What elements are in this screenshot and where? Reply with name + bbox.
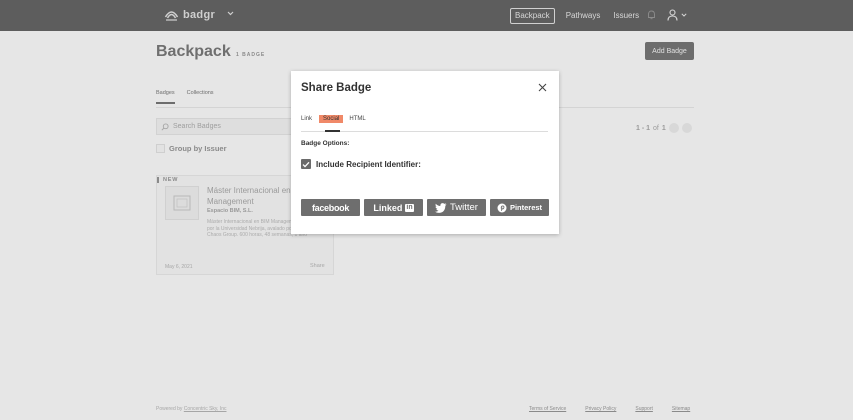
footer-link-support[interactable]: Support — [635, 406, 653, 412]
social-share-buttons: facebook Linked in Twitter Pinterest — [301, 199, 549, 216]
tab-social[interactable]: Social — [319, 115, 344, 123]
search-icon — [161, 122, 169, 131]
share-badge-dialog: Share Badge Link Social HTML Badge Optio… — [291, 71, 559, 234]
pagination-range: 1 - 1 — [636, 124, 651, 132]
logo[interactable]: badgr — [164, 8, 215, 21]
tab-badges[interactable]: Badges — [156, 90, 175, 104]
close-icon[interactable] — [538, 83, 547, 92]
badge-share-link[interactable]: Share — [310, 263, 325, 269]
powered-by-link[interactable]: Concentric Sky, Inc — [184, 406, 227, 412]
nav-item-pathways[interactable]: Pathways — [566, 9, 601, 23]
chevron-down-icon[interactable] — [227, 11, 234, 16]
twitter-bird-icon — [435, 202, 447, 213]
include-identifier-checkbox[interactable] — [301, 159, 311, 169]
footer-link-terms[interactable]: Terms of Service — [529, 406, 566, 412]
footer-powered-by: Powered by Concentric Sky, Inc — [156, 406, 227, 412]
top-nav: badgr Backpack Pathways Issuers — [0, 0, 853, 31]
user-icon — [667, 9, 678, 21]
footer-link-privacy[interactable]: Privacy Policy — [585, 406, 616, 412]
image-placeholder-icon — [173, 195, 191, 211]
facebook-label: facebook — [311, 202, 350, 213]
logo-text: badgr — [183, 8, 216, 21]
new-badge-label: NEW — [157, 177, 178, 183]
prev-page-button[interactable] — [668, 123, 679, 133]
page-title: Backpack — [156, 43, 231, 60]
tab-html[interactable]: HTML — [349, 115, 365, 123]
footer-link-sitemap[interactable]: Sitemap — [672, 406, 690, 412]
badge-options-label: Badge Options: — [301, 140, 350, 147]
nav-links: Backpack Pathways Issuers — [510, 8, 652, 24]
nav-item-backpack[interactable]: Backpack — [510, 8, 555, 24]
pinterest-label: Pinterest — [509, 203, 543, 212]
pinterest-share-button[interactable]: Pinterest — [490, 199, 549, 216]
twitter-label: Twitter — [450, 202, 478, 213]
linkedin-icon: in — [405, 203, 414, 212]
backpack-tabs: Badges Collections — [156, 90, 214, 104]
badge-issuer: Espacio BIM, S.L. — [207, 208, 253, 214]
pinterest-icon — [497, 203, 507, 212]
pagination: 1 - 1 of 1 — [636, 123, 692, 133]
add-badge-button[interactable]: Add Badge — [645, 42, 694, 60]
group-by-issuer[interactable]: Group by Issuer — [156, 144, 227, 153]
badgr-logo-icon — [164, 11, 179, 21]
share-tabs: Link Social HTML — [301, 115, 373, 123]
badge-date: May 6, 2021 — [165, 264, 193, 270]
nav-item-issuers[interactable]: Issuers — [613, 9, 639, 23]
badge-count: 1 BADGE — [236, 52, 266, 58]
twitter-share-button[interactable]: Twitter — [427, 199, 486, 216]
check-icon — [302, 161, 310, 168]
include-identifier-label: Include Recipient Identifier: — [316, 159, 421, 169]
dialog-title: Share Badge — [301, 82, 372, 94]
pagination-of: of — [653, 124, 659, 132]
pagination-total: 1 — [661, 124, 666, 132]
linkedin-share-button[interactable]: Linked in — [364, 199, 423, 216]
footer-links: Terms of Service Privacy Policy Support … — [529, 406, 690, 412]
linkedin-label: Linked — [373, 202, 403, 213]
user-menu[interactable] — [667, 9, 687, 21]
include-identifier-option[interactable]: Include Recipient Identifier: — [301, 159, 421, 169]
next-page-button[interactable] — [681, 123, 692, 133]
tab-collections[interactable]: Collections — [187, 90, 214, 104]
group-by-label: Group by Issuer — [169, 144, 227, 153]
group-by-checkbox[interactable] — [156, 144, 165, 153]
facebook-share-button[interactable]: facebook — [301, 199, 360, 216]
bell-icon[interactable] — [647, 10, 656, 20]
chevron-down-icon — [681, 13, 687, 17]
search-placeholder: Search Badges — [173, 123, 221, 130]
badge-image — [165, 186, 199, 220]
tab-link[interactable]: Link — [301, 115, 312, 123]
active-tab-indicator — [325, 130, 340, 132]
powered-by-text: Powered by — [156, 406, 183, 412]
